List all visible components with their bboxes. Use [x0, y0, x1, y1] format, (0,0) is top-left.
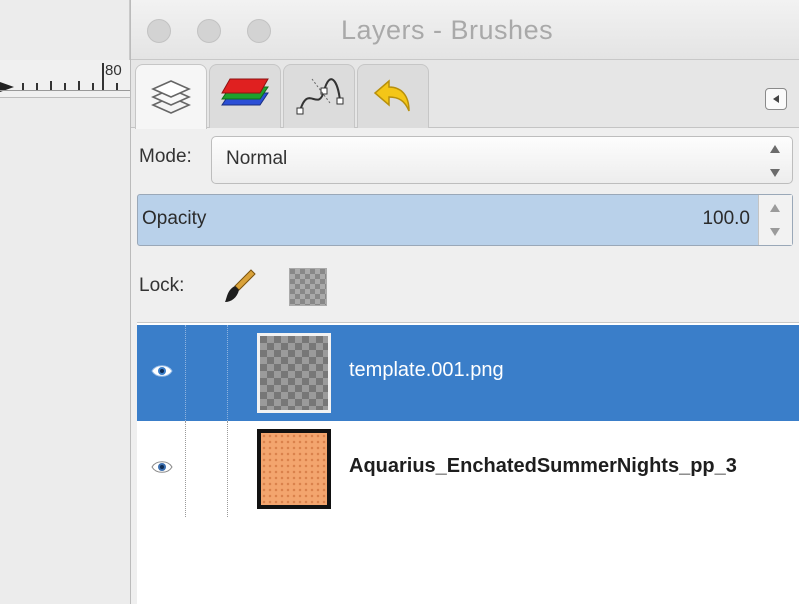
opacity-spinner[interactable] [758, 195, 792, 245]
mode-value: Normal [226, 148, 288, 169]
paths-icon [296, 77, 344, 114]
lock-label: Lock: [139, 275, 185, 296]
undo-icon [373, 78, 410, 111]
lock-alpha-toggle[interactable] [289, 268, 327, 306]
lock-pixels-toggle[interactable] [223, 268, 257, 304]
channels-icon [221, 78, 269, 105]
tab-channels[interactable] [209, 64, 281, 128]
opacity-label: Opacity [142, 208, 207, 229]
mode-select[interactable]: Normal [211, 136, 793, 184]
ruler-tick-major [102, 63, 104, 91]
layer-row[interactable]: template.001.png [137, 325, 799, 421]
select-arrows-icon [768, 145, 782, 177]
window-title: Layers - Brushes [341, 15, 554, 45]
tab-layers[interactable] [135, 64, 207, 129]
canvas-area: 80 [0, 0, 130, 604]
close-window-button[interactable] [147, 19, 171, 43]
layer-name[interactable]: Aquarius_EnchatedSummerNights_pp_3 [349, 455, 799, 478]
layers-list: template.001.png Aquarius_EnchatedSummer… [137, 322, 799, 604]
opacity-slider[interactable]: Opacity 100.0 [137, 194, 793, 246]
title-bar[interactable]: Layers - Brushes [131, 0, 799, 60]
paintbrush-icon [225, 269, 256, 302]
ruler-number: 80 [105, 62, 122, 79]
triangle-left-icon [773, 95, 779, 103]
tab-paths[interactable] [283, 64, 355, 128]
opacity-value: 100.0 [702, 208, 750, 229]
eye-icon[interactable] [151, 363, 173, 379]
canvas-background [0, 98, 130, 604]
layers-icon [151, 80, 191, 114]
dock-tab-bar [131, 60, 799, 129]
minimize-window-button[interactable] [197, 19, 221, 43]
spinner-arrows-icon [768, 204, 782, 236]
horizontal-ruler: 80 [0, 60, 130, 98]
layers-dialog: Layers - Brushes Mode: Normal Opacity 10… [130, 0, 799, 604]
layer-thumbnail [257, 333, 331, 413]
layer-row[interactable]: Aquarius_EnchatedSummerNights_pp_3 [137, 421, 799, 517]
layer-thumbnail [257, 429, 331, 509]
tab-undo-history[interactable] [357, 64, 429, 128]
zoom-window-button[interactable] [247, 19, 271, 43]
mode-label: Mode: [139, 146, 192, 167]
ruler-baseline [0, 90, 130, 91]
eye-icon[interactable] [151, 459, 173, 475]
layer-name[interactable]: template.001.png [349, 359, 799, 382]
dock-menu-button[interactable] [765, 88, 787, 110]
